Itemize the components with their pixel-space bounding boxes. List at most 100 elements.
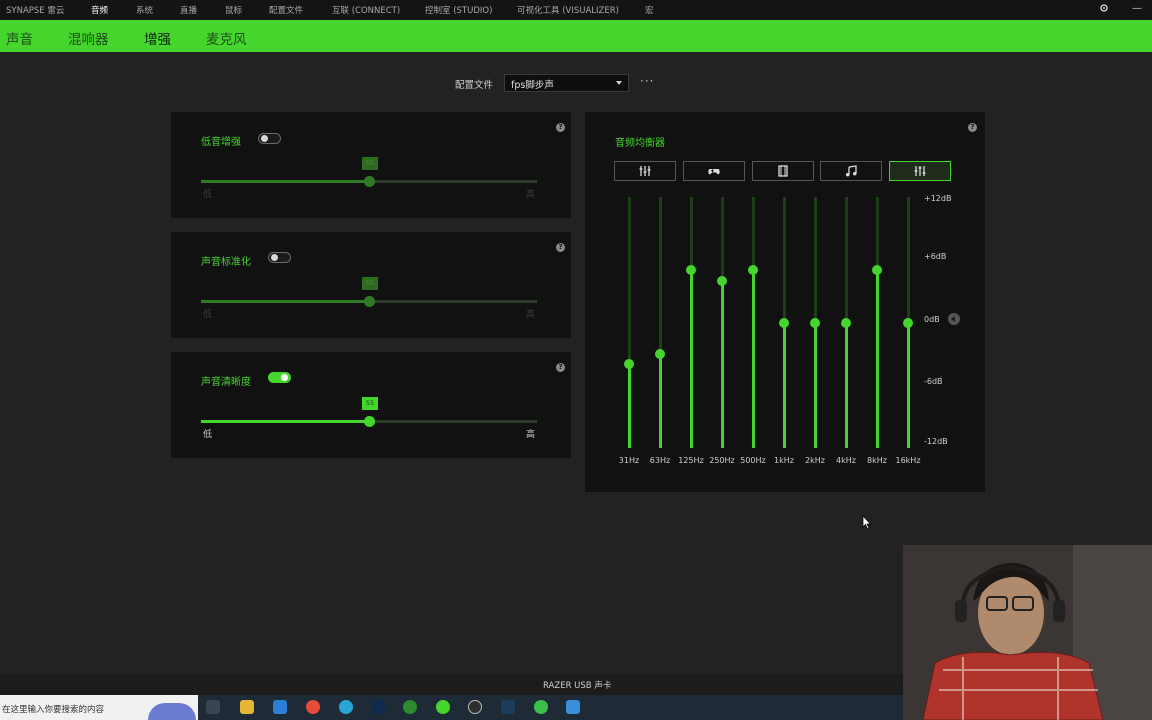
eq-preset-custom[interactable] <box>889 161 951 181</box>
wechat-icon[interactable] <box>534 700 548 714</box>
help-icon[interactable]: ? <box>968 123 977 132</box>
tab-sound[interactable]: 声音 <box>6 28 33 48</box>
eq-slider-thumb[interactable] <box>810 317 820 328</box>
slider-fill <box>201 180 369 183</box>
tab-microphone[interactable]: 麦克风 <box>206 28 247 48</box>
sound-normalization-toggle[interactable] <box>268 252 291 263</box>
mouse-cursor-icon <box>862 515 872 530</box>
eq-db-label: -6dB <box>924 377 943 386</box>
slider-thumb[interactable] <box>364 416 375 427</box>
nav-synapse[interactable]: SYNAPSE 雷云 <box>6 4 64 16</box>
eq-slider-thumb[interactable] <box>903 317 913 328</box>
sliders-icon <box>639 166 651 176</box>
nav-audio[interactable]: 音频 <box>91 4 108 16</box>
slider-high-label: 高 <box>526 430 536 440</box>
eq-preset-movie[interactable] <box>752 161 814 181</box>
task-view-icon[interactable] <box>206 700 220 714</box>
slider-thumb[interactable] <box>364 176 375 187</box>
help-icon[interactable]: ? <box>556 123 565 132</box>
app-window: SYNAPSE 雷云 音频 系统 直播 鼠标 配置文件 互联 (CONNECT)… <box>0 0 1152 720</box>
eq-slider-fill <box>782 322 786 448</box>
eq-slider-fill <box>720 280 724 448</box>
custom-sliders-icon <box>914 166 926 176</box>
steam-icon[interactable] <box>501 700 515 714</box>
sound-normalization-title: 声音标准化 <box>201 257 251 268</box>
slider-low-label: 低 <box>203 430 213 440</box>
eq-reset-button[interactable] <box>948 313 960 325</box>
slider-fill <box>201 300 369 303</box>
profile-label: 配置文件 <box>455 80 494 91</box>
profile-value: fps脚步声 <box>511 80 554 91</box>
edge-icon[interactable] <box>339 700 353 714</box>
slider-fill <box>201 420 369 423</box>
mail-icon[interactable] <box>273 700 287 714</box>
slider-low-label: 低 <box>203 310 213 320</box>
profile-dropdown[interactable]: fps脚步声 <box>504 74 629 92</box>
eq-preset-game[interactable] <box>683 161 745 181</box>
nav-studio[interactable]: 控制室 (STUDIO) <box>425 4 492 16</box>
chrome-icon[interactable] <box>306 700 320 714</box>
equalizer-title: 音频均衡器 <box>615 138 665 149</box>
eq-slider-fill <box>906 322 910 448</box>
webcam-overlay <box>903 545 1152 720</box>
sound-clarity-panel: ? 声音清晰度 55 低 高 <box>171 352 571 458</box>
bass-boost-slider[interactable] <box>201 176 537 187</box>
more-options-button[interactable]: ··· <box>640 74 654 88</box>
nav-profiles[interactable]: 配置文件 <box>269 4 303 16</box>
bass-boost-title: 低音增强 <box>201 137 241 148</box>
sound-clarity-title: 声音清晰度 <box>201 377 251 388</box>
sound-clarity-toggle[interactable] <box>268 372 291 383</box>
sound-clarity-value-bubble: 55 <box>362 397 378 410</box>
eq-db-label: +6dB <box>924 252 947 261</box>
eq-preset-music[interactable] <box>820 161 882 181</box>
photos-icon[interactable] <box>566 700 580 714</box>
help-icon[interactable]: ? <box>556 363 565 372</box>
nav-mouse[interactable]: 鼠标 <box>225 4 242 16</box>
eq-slider-fill <box>658 353 662 448</box>
sound-normalization-panel: ? 声音标准化 55 低 高 <box>171 232 571 338</box>
eq-slider-fill <box>875 270 879 448</box>
chevron-down-icon <box>616 81 622 85</box>
top-nav: SYNAPSE 雷云 音频 系统 直播 鼠标 配置文件 互联 (CONNECT)… <box>0 0 1152 20</box>
photoshop-icon[interactable] <box>371 700 385 714</box>
gamepad-icon <box>708 169 720 175</box>
sub-nav: 声音 混响器 增强 麦克风 <box>0 20 1152 52</box>
eq-db-label: -12dB <box>924 437 948 446</box>
nav-visualizer[interactable]: 可视化工具 (VISUALIZER) <box>517 4 619 16</box>
gear-icon[interactable] <box>1099 3 1109 16</box>
eq-slider-fill <box>689 270 693 448</box>
bass-boost-value-bubble: 55 <box>362 157 378 170</box>
file-explorer-icon[interactable] <box>240 700 254 714</box>
tab-mixer[interactable]: 混响器 <box>68 28 109 48</box>
tab-enhancement[interactable]: 增强 <box>144 28 171 48</box>
taskbar-search-text: 在这里输入你要搜索的内容 <box>2 705 105 715</box>
music-note-icon <box>846 165 857 177</box>
device-name: RAZER USB 声卡 <box>543 681 612 691</box>
eq-slider-fill <box>844 322 848 448</box>
eq-db-label: 0dB <box>924 315 940 324</box>
minimize-button[interactable]: — <box>1132 3 1142 14</box>
nav-macro[interactable]: 宏 <box>645 4 654 16</box>
razer-icon[interactable] <box>436 700 450 714</box>
nav-streaming[interactable]: 直播 <box>180 4 197 16</box>
search-highlight-art <box>148 703 196 720</box>
eq-slider-fill <box>813 322 817 448</box>
eq-preset-default[interactable] <box>614 161 676 181</box>
eq-slider-thumb[interactable] <box>841 317 851 328</box>
slider-high-label: 高 <box>526 190 536 200</box>
sound-normalization-value-bubble: 55 <box>362 277 378 290</box>
xbox-icon[interactable] <box>403 700 417 714</box>
sound-clarity-slider[interactable] <box>201 416 537 427</box>
sound-normalization-slider[interactable] <box>201 296 537 307</box>
obs-icon[interactable] <box>468 700 482 714</box>
eq-slider-thumb[interactable] <box>655 348 665 359</box>
eq-slider-thumb[interactable] <box>717 275 727 286</box>
slider-thumb[interactable] <box>364 296 375 307</box>
bass-boost-toggle[interactable] <box>258 133 281 144</box>
eq-slider-fill <box>751 270 755 448</box>
bass-boost-panel: ? 低音增强 55 低 高 <box>171 112 571 218</box>
nav-connect[interactable]: 互联 (CONNECT) <box>332 4 400 16</box>
nav-system[interactable]: 系统 <box>136 4 153 16</box>
eq-slider-thumb[interactable] <box>779 317 789 328</box>
help-icon[interactable]: ? <box>556 243 565 252</box>
